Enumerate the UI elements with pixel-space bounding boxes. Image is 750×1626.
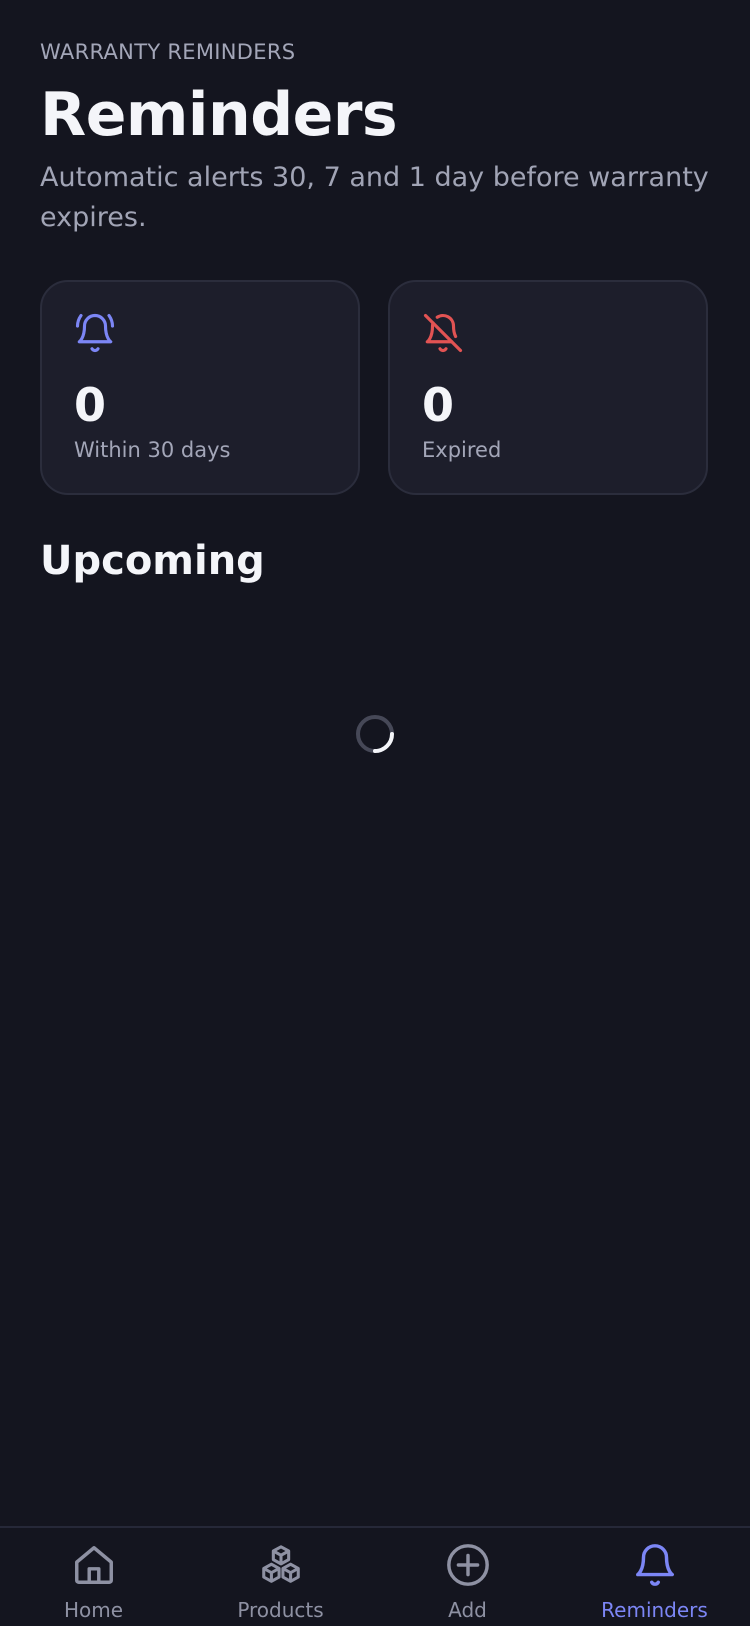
upcoming-heading: Upcoming [40,538,265,584]
home-icon [75,1546,113,1584]
tab-reminders[interactable]: Reminders [561,1528,748,1626]
bell-off-icon [423,313,463,353]
tab-label: Products [237,1598,324,1622]
section-eyebrow: WARRANTY REMINDERS [40,40,296,64]
tab-label: Reminders [601,1598,708,1622]
bottom-tab-bar: Home Products Add Reminders [0,1526,750,1624]
cubes-icon [262,1545,300,1583]
tab-label: Add [448,1598,487,1622]
bell-icon [636,1544,674,1586]
loading-spinner-icon [356,715,394,753]
stat-value: 0 [74,378,107,432]
tab-label: Home [63,1598,124,1622]
page-title: Reminders [40,80,398,150]
stat-label: Expired [422,438,502,462]
page-subtitle: Automatic alerts 30, 7 and 1 day before … [40,162,709,233]
stat-card-expired[interactable]: 0 Expired [388,280,708,495]
tab-home[interactable]: Home [0,1528,187,1626]
stat-value: 0 [422,378,455,432]
stat-label: Within 30 days [74,438,231,462]
stat-card-within-30-days[interactable]: 0 Within 30 days [40,280,360,495]
tab-add[interactable]: Add [374,1528,561,1626]
tab-products[interactable]: Products [187,1528,374,1626]
plus-circle-icon [447,1544,489,1586]
reminders-screen: WARRANTY REMINDERS Reminders Automatic a… [0,0,750,1624]
bell-ringing-icon [75,313,115,353]
